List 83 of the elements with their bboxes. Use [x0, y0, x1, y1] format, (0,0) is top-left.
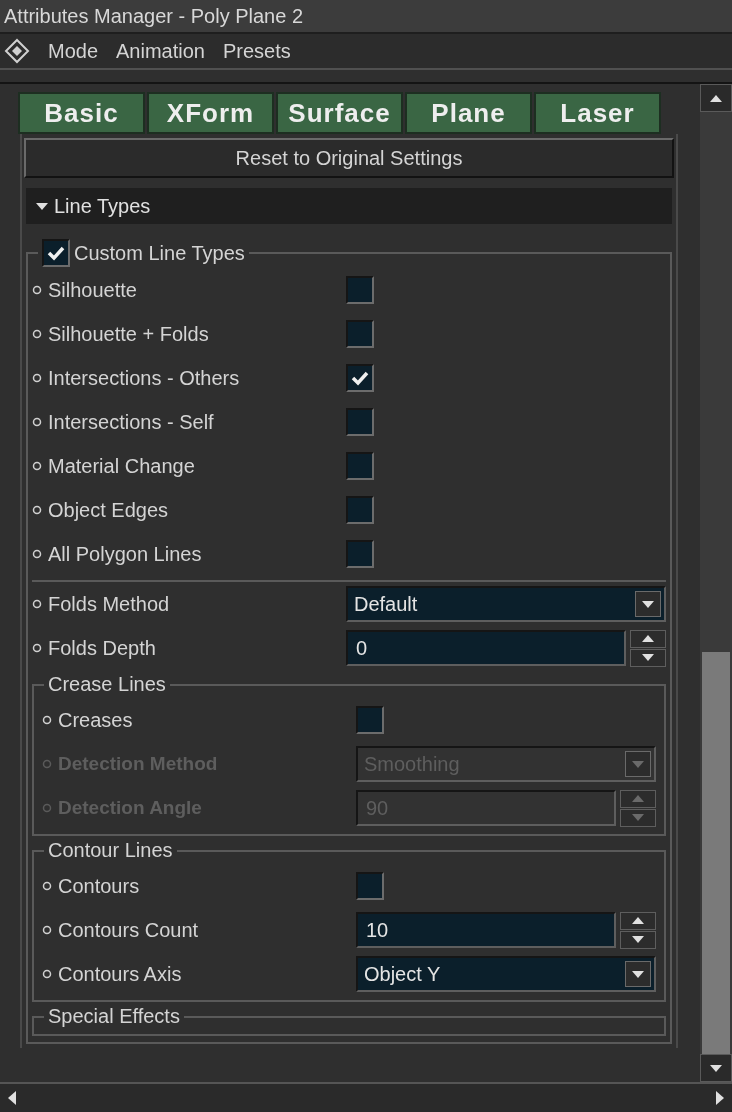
bullet-icon	[42, 881, 52, 891]
bullet-icon	[32, 285, 42, 295]
up-caret-icon	[632, 917, 644, 924]
number-field[interactable]: 0	[346, 630, 626, 666]
down-caret-icon	[710, 1064, 722, 1072]
dropdown[interactable]: Default	[346, 586, 666, 622]
check-icon	[47, 245, 65, 261]
menu-item[interactable]: Presets	[222, 36, 291, 66]
bullet-icon	[32, 373, 42, 383]
checkbox[interactable]	[346, 320, 374, 348]
group-title: Crease Lines	[48, 673, 166, 695]
up-caret-icon	[632, 795, 644, 802]
scroll-up-button[interactable]	[700, 84, 732, 112]
up-caret-icon	[642, 635, 654, 642]
menu-item[interactable]: Mode	[48, 36, 99, 66]
tab[interactable]: XForm	[147, 92, 274, 134]
field-label: Silhouette + Folds	[48, 322, 209, 347]
field-label: Intersections - Others	[48, 366, 240, 391]
expanded-caret-icon	[36, 202, 48, 210]
menu-item[interactable]: Animation	[116, 36, 205, 66]
bullet-icon	[42, 969, 52, 979]
checkbox[interactable]	[42, 239, 70, 267]
vertical-scrollbar[interactable]	[700, 84, 732, 1082]
tab[interactable]: Plane	[405, 92, 532, 134]
field-label: Material Change	[48, 454, 195, 479]
diamond-icon[interactable]	[4, 38, 30, 64]
checkbox[interactable]	[356, 706, 384, 734]
bullet-icon	[32, 505, 42, 515]
bullet-icon	[42, 925, 52, 935]
checkbox[interactable]	[346, 540, 374, 568]
field-label: Folds Method	[48, 592, 170, 617]
field-label: All Polygon Lines	[48, 542, 202, 567]
checkbox[interactable]	[346, 364, 374, 392]
bullet-icon	[42, 803, 52, 813]
tab[interactable]: Laser	[534, 92, 661, 134]
bullet-icon	[32, 329, 42, 339]
field-label: Folds Depth	[48, 636, 156, 661]
checkbox[interactable]	[346, 408, 374, 436]
window-title: Attributes Manager - Poly Plane 2	[4, 4, 304, 29]
dropdown-caret-icon	[632, 970, 644, 978]
spin-down-button[interactable]	[620, 930, 656, 949]
field-label: Object Edges	[48, 498, 169, 523]
group-title: Contour Lines	[48, 839, 173, 861]
right-arrow-icon[interactable]	[716, 1091, 724, 1105]
bullet-icon	[42, 759, 52, 769]
dropdown[interactable]: Object Y	[356, 956, 656, 992]
spin-up-button[interactable]	[620, 911, 656, 930]
spin-down-button[interactable]	[630, 648, 666, 667]
field-label: Intersections - Self	[48, 410, 214, 435]
bullet-icon	[32, 417, 42, 427]
scroll-down-button[interactable]	[700, 1054, 732, 1082]
bullet-icon	[32, 549, 42, 559]
bullet-icon	[32, 643, 42, 653]
dropdown-caret-icon	[642, 600, 654, 608]
field-label: Contours Count	[58, 918, 199, 943]
tab[interactable]: Surface	[276, 92, 403, 134]
checkbox[interactable]	[346, 276, 374, 304]
checkbox[interactable]	[356, 872, 384, 900]
field-label: Contours Axis	[58, 962, 182, 987]
field-label: Creases	[58, 708, 133, 733]
checkbox[interactable]	[346, 496, 374, 524]
dropdown-caret-icon	[632, 760, 644, 768]
reset-button[interactable]: Reset to Original Settings	[24, 138, 674, 178]
horizontal-scrollbar[interactable]	[0, 1082, 732, 1112]
tab[interactable]: Basic	[18, 92, 145, 134]
group-title: Custom Line Types	[74, 241, 245, 266]
bullet-icon	[32, 599, 42, 609]
checkbox[interactable]	[346, 452, 374, 480]
bullet-icon	[32, 461, 42, 471]
section-header[interactable]: Line Types	[26, 188, 672, 224]
left-arrow-icon[interactable]	[8, 1091, 16, 1105]
field-label: Silhouette	[48, 278, 137, 303]
down-caret-icon	[632, 814, 644, 821]
field-label: Contours	[58, 874, 140, 899]
down-caret-icon	[642, 654, 654, 661]
number-field[interactable]: 10	[356, 912, 616, 948]
down-caret-icon	[632, 936, 644, 943]
scrollbar-thumb[interactable]	[702, 652, 730, 1054]
group-title: Special Effects	[48, 1005, 180, 1027]
bullet-icon	[42, 715, 52, 725]
check-icon	[351, 370, 369, 386]
up-caret-icon	[710, 94, 722, 102]
spin-up-button[interactable]	[630, 629, 666, 648]
